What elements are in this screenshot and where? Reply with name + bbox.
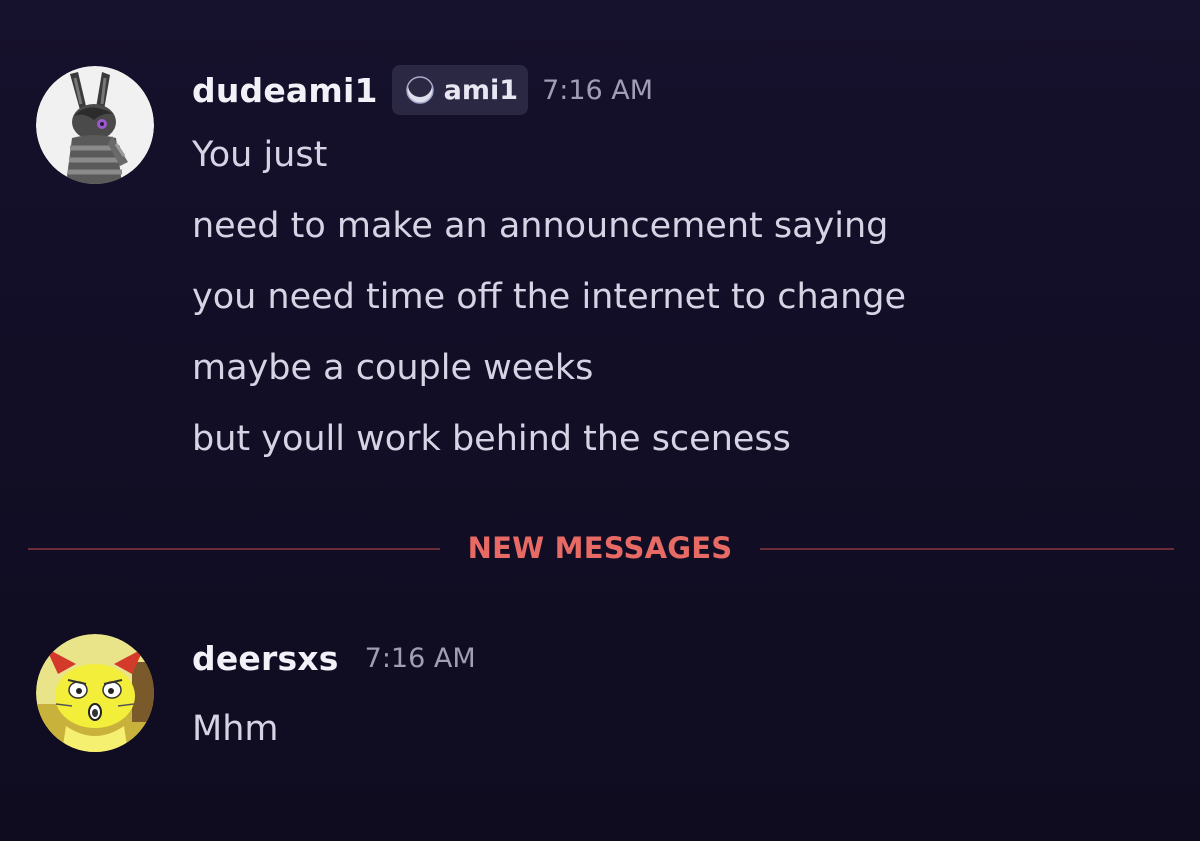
message-content: Mhm xyxy=(192,694,278,765)
avatar[interactable] xyxy=(36,634,154,752)
avatar[interactable] xyxy=(36,66,154,184)
new-messages-label: NEW MESSAGES xyxy=(467,531,733,565)
bunny-avatar-icon xyxy=(36,66,154,184)
message-content: You just need to make an announcement sa… xyxy=(192,120,906,475)
message-header: dudeami1 ami1 7:16 AM xyxy=(192,65,653,115)
message-line: maybe a couple weeks xyxy=(192,348,594,388)
username[interactable]: dudeami1 xyxy=(192,71,378,110)
server-tag-label: ami1 xyxy=(443,74,519,106)
message-line: need to make an announcement saying xyxy=(192,206,889,246)
timestamp[interactable]: 7:16 AM xyxy=(542,75,653,106)
moon-icon xyxy=(405,74,434,104)
username[interactable]: deersxs xyxy=(192,639,339,678)
message-line: you need time off the internet to change xyxy=(192,277,907,317)
divider-line xyxy=(28,548,440,550)
message-line: Mhm xyxy=(192,709,279,749)
message-line: but youll work behind the sceness xyxy=(192,419,791,459)
message-header: deersxs 7:16 AM xyxy=(192,634,476,682)
new-messages-divider: NEW MESSAGES xyxy=(28,528,1174,568)
message-line: You just xyxy=(192,135,328,175)
divider-line xyxy=(760,548,1174,550)
server-tag[interactable]: ami1 xyxy=(391,65,529,115)
yellow-creature-avatar-icon xyxy=(36,634,154,752)
timestamp[interactable]: 7:16 AM xyxy=(365,643,476,674)
